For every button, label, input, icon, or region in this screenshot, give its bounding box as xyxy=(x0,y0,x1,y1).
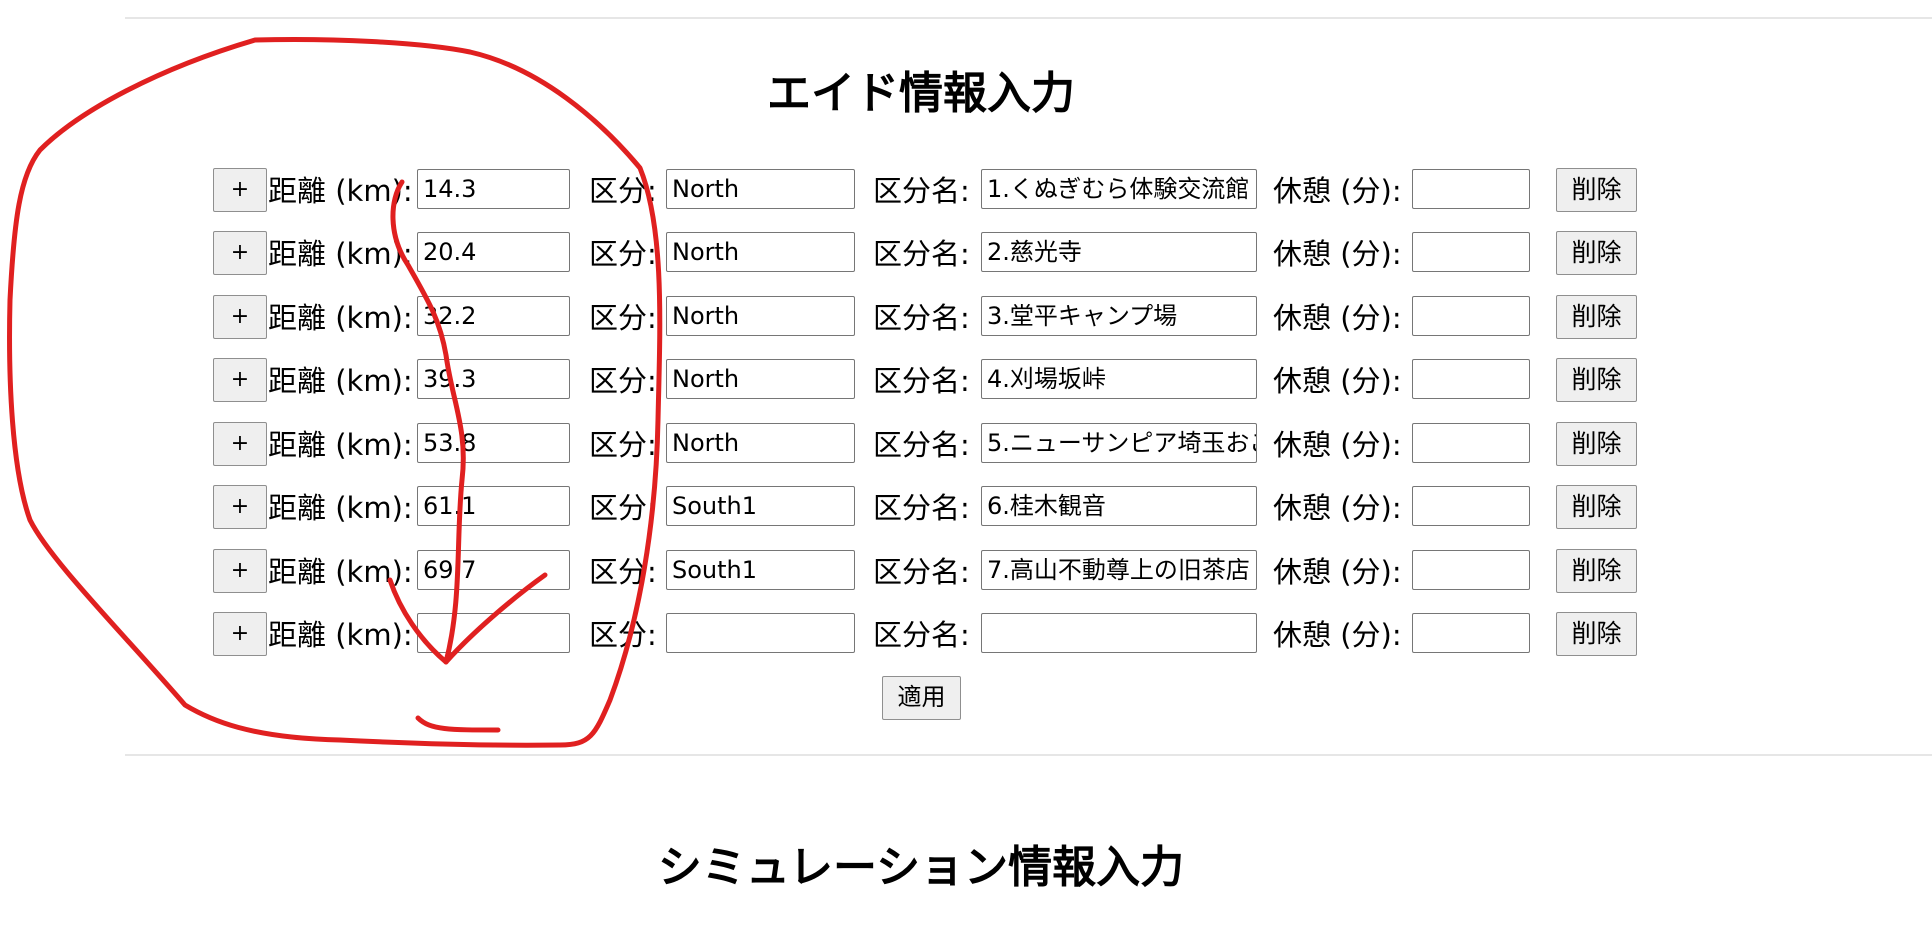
distance-input[interactable]: 53.8 xyxy=(417,423,570,463)
distance-label: 距離 (km): xyxy=(268,237,413,271)
distance-input[interactable]: 39.3 xyxy=(417,359,570,399)
category-name-label: 区分名: xyxy=(873,428,970,462)
category-name-input[interactable]: 5.ニューサンピア埼玉おごせ xyxy=(981,423,1257,463)
distance-input[interactable] xyxy=(417,613,570,653)
delete-row-button[interactable]: 削除 xyxy=(1556,485,1637,529)
simulation-section-title: シミュレーション情報入力 xyxy=(657,842,1185,893)
category-input[interactable] xyxy=(666,613,855,653)
rest-input[interactable] xyxy=(1412,550,1530,590)
category-name-label: 区分名: xyxy=(873,555,970,589)
delete-row-button[interactable]: 削除 xyxy=(1556,231,1637,275)
category-name-label: 区分名: xyxy=(873,491,970,525)
category-label: 区分: xyxy=(589,491,657,525)
add-row-button[interactable]: + xyxy=(213,295,267,339)
rest-input[interactable] xyxy=(1412,296,1530,336)
aid-section-title: エイド情報入力 xyxy=(767,68,1075,119)
category-label: 区分: xyxy=(589,237,657,271)
category-name-input[interactable]: 2.慈光寺 xyxy=(981,232,1257,272)
add-row-button[interactable]: + xyxy=(213,168,267,212)
category-name-input[interactable] xyxy=(981,613,1257,653)
add-row-button[interactable]: + xyxy=(213,231,267,275)
distance-label: 距離 (km): xyxy=(268,491,413,525)
category-name-input[interactable]: 1.くぬぎむら体験交流館 xyxy=(981,169,1257,209)
delete-row-button[interactable]: 削除 xyxy=(1556,422,1637,466)
bottom-divider xyxy=(125,754,1932,756)
add-row-button[interactable]: + xyxy=(213,422,267,466)
category-input[interactable]: North xyxy=(666,169,855,209)
category-name-input[interactable]: 6.桂木観音 xyxy=(981,486,1257,526)
distance-label: 距離 (km): xyxy=(268,364,413,398)
add-row-button[interactable]: + xyxy=(213,485,267,529)
rest-label: 休憩 (分): xyxy=(1273,555,1402,589)
add-row-button[interactable]: + xyxy=(213,358,267,402)
distance-label: 距離 (km): xyxy=(268,301,413,335)
delete-row-button[interactable]: 削除 xyxy=(1556,295,1637,339)
rest-input[interactable] xyxy=(1412,232,1530,272)
rest-label: 休憩 (分): xyxy=(1273,618,1402,652)
apply-button[interactable]: 適用 xyxy=(882,676,961,720)
add-row-button[interactable]: + xyxy=(213,549,267,593)
category-name-input[interactable]: 4.刈場坂峠 xyxy=(981,359,1257,399)
category-label: 区分: xyxy=(589,428,657,462)
rest-label: 休憩 (分): xyxy=(1273,174,1402,208)
category-label: 区分: xyxy=(589,618,657,652)
category-label: 区分: xyxy=(589,174,657,208)
category-input[interactable]: South1 xyxy=(666,550,855,590)
rest-label: 休憩 (分): xyxy=(1273,237,1402,271)
delete-row-button[interactable]: 削除 xyxy=(1556,612,1637,656)
category-name-label: 区分名: xyxy=(873,237,970,271)
category-input[interactable]: North xyxy=(666,359,855,399)
rest-input[interactable] xyxy=(1412,486,1530,526)
category-name-label: 区分名: xyxy=(873,364,970,398)
rest-input[interactable] xyxy=(1412,169,1530,209)
distance-label: 距離 (km): xyxy=(268,555,413,589)
distance-input[interactable]: 14.3 xyxy=(417,169,570,209)
rest-label: 休憩 (分): xyxy=(1273,428,1402,462)
red-annotation-overlay xyxy=(7,37,663,748)
category-input[interactable]: North xyxy=(666,423,855,463)
distance-label: 距離 (km): xyxy=(268,428,413,462)
category-name-label: 区分名: xyxy=(873,618,970,652)
category-input[interactable]: North xyxy=(666,296,855,336)
distance-label: 距離 (km): xyxy=(268,618,413,652)
category-name-label: 区分名: xyxy=(873,174,970,208)
distance-input[interactable]: 32.2 xyxy=(417,296,570,336)
distance-input[interactable]: 61.1 xyxy=(417,486,570,526)
top-divider xyxy=(125,17,1932,19)
distance-input[interactable]: 20.4 xyxy=(417,232,570,272)
delete-row-button[interactable]: 削除 xyxy=(1556,168,1637,212)
rest-label: 休憩 (分): xyxy=(1273,491,1402,525)
category-name-input[interactable]: 3.堂平キャンプ場 xyxy=(981,296,1257,336)
add-row-button[interactable]: + xyxy=(213,612,267,656)
category-name-label: 区分名: xyxy=(873,301,970,335)
distance-label: 距離 (km): xyxy=(268,174,413,208)
rest-input[interactable] xyxy=(1412,359,1530,399)
rest-input[interactable] xyxy=(1412,613,1530,653)
page: エイド情報入力 + 距離 (km): 14.3 区分: North 区分名: 1… xyxy=(0,0,1932,929)
delete-row-button[interactable]: 削除 xyxy=(1556,358,1637,402)
rest-label: 休憩 (分): xyxy=(1273,364,1402,398)
rest-input[interactable] xyxy=(1412,423,1530,463)
category-label: 区分: xyxy=(589,555,657,589)
rest-label: 休憩 (分): xyxy=(1273,301,1402,335)
distance-input[interactable]: 69.7 xyxy=(417,550,570,590)
category-input[interactable]: South1 xyxy=(666,486,855,526)
category-label: 区分: xyxy=(589,364,657,398)
category-name-input[interactable]: 7.高山不動尊上の旧茶店 xyxy=(981,550,1257,590)
annotation-tail-mark xyxy=(415,715,501,733)
category-input[interactable]: North xyxy=(666,232,855,272)
delete-row-button[interactable]: 削除 xyxy=(1556,549,1637,593)
category-label: 区分: xyxy=(589,301,657,335)
